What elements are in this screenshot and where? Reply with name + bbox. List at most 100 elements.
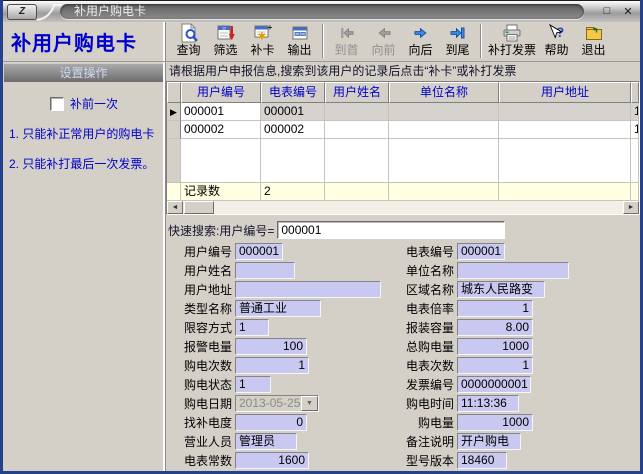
record-count-value: 2 (261, 182, 325, 200)
sidebar-note-2: 2. 只能补打最后一次发票。 (9, 157, 163, 172)
field-label: 单位名称 (398, 262, 454, 279)
field-label: 用户姓名 (174, 262, 232, 279)
output-button[interactable]: 输出 (281, 23, 318, 60)
main-panel: 请根据用户申报信息,搜索到该用户的记录后点击“补卡”或补打发票 用户编号 电表编… (166, 62, 640, 471)
maximize-button[interactable]: □ (600, 4, 614, 18)
purchase-date-combobox[interactable]: 2013-05-25 ▼ (235, 395, 319, 412)
reissue-previous-checkbox-row[interactable]: 补前一次 (3, 95, 165, 112)
field-label: 找补电度 (174, 414, 232, 431)
quick-search-label: 快速搜索:用户编号= (168, 222, 274, 239)
chevron-down-icon[interactable]: ▼ (301, 396, 318, 411)
field-label: 电表次数 (398, 357, 454, 374)
horizontal-scrollbar[interactable]: ◄ ► (167, 200, 639, 214)
query-button[interactable]: 查询 (170, 23, 207, 60)
cell-user-id[interactable]: 000001 (181, 103, 261, 121)
grid-header-user-address[interactable]: 用户地址 (499, 82, 631, 103)
grid-header-unit-name[interactable]: 单位名称 (389, 82, 499, 103)
exit-button[interactable]: 退出 (575, 23, 612, 60)
cell-meter-id[interactable]: 000001 (261, 103, 325, 121)
field-label: 购电次数 (174, 357, 232, 374)
grid-summary-row: 记录数 2 (167, 182, 639, 200)
meter-constant-field[interactable]: 1600 (235, 452, 309, 469)
field-label: 型号版本 (398, 452, 454, 469)
cell-user-name[interactable] (325, 121, 389, 139)
limit-mode-field[interactable]: 1 (235, 319, 269, 336)
scroll-left-icon[interactable]: ◄ (167, 201, 183, 214)
toolbar: 查询 12 筛选 (166, 22, 640, 61)
grid-header-user-name[interactable]: 用户姓名 (325, 82, 389, 103)
toolbar-separator (322, 24, 324, 58)
cell-user-address[interactable] (499, 121, 631, 139)
go-last-icon (448, 23, 468, 43)
filter-button[interactable]: 12 筛选 (207, 23, 244, 60)
quick-search-input[interactable]: 000001 (277, 221, 505, 239)
purchase-state-field[interactable]: 1 (235, 376, 271, 393)
table-row[interactable]: ▶ 000001 000001 1 (167, 103, 639, 121)
user-address-field[interactable] (235, 281, 381, 298)
alarm-energy-field[interactable]: 100 (235, 338, 307, 355)
go-last-button[interactable]: 到尾 (439, 23, 476, 60)
meter-id-field[interactable]: 000001 (457, 243, 505, 260)
adjust-energy-field[interactable]: 0 (235, 414, 307, 431)
field-label: 限容方式 (174, 319, 232, 336)
field-label: 电表编号 (398, 243, 454, 260)
toolbar-row: 补用户购电卡 查询 12 (3, 22, 640, 62)
model-version-field[interactable]: 18460 (457, 452, 507, 469)
meter-times-field[interactable]: 1 (457, 357, 533, 374)
purchase-times-field[interactable]: 1 (235, 357, 309, 374)
cell-unit-name[interactable] (389, 103, 499, 121)
page-title: 补用户购电卡 (3, 22, 166, 61)
reissue-card-button[interactable]: + ✱ 补卡 (244, 23, 281, 60)
table-row[interactable]: 000002 000002 1 (167, 121, 639, 139)
row-indicator-icon: ▶ (167, 103, 181, 121)
reprint-invoice-button[interactable]: 补打发票 (486, 23, 538, 60)
go-next-button[interactable]: 向后 (402, 23, 439, 60)
meter-ratio-field[interactable]: 1 (457, 300, 533, 317)
user-id-field[interactable]: 000001 (235, 243, 283, 260)
unit-name-field[interactable] (457, 262, 569, 279)
field-label: 区域名称 (398, 281, 454, 298)
help-button[interactable]: ? 帮助 (538, 23, 575, 60)
grid-header-user-id[interactable]: 用户编号 (181, 82, 261, 103)
filter-icon: 12 (216, 23, 236, 43)
cell-meter-id[interactable]: 000002 (261, 121, 325, 139)
titlebar-curve-decoration (36, 3, 62, 21)
installed-capacity-field[interactable]: 8.00 (457, 319, 533, 336)
window-title: 补用户购电卡 (60, 4, 584, 19)
scrollbar-thumb[interactable] (184, 201, 214, 214)
reissue-card-icon: + ✱ (253, 23, 273, 43)
total-energy-field[interactable]: 1000 (457, 338, 533, 355)
cell-unit-name[interactable] (389, 121, 499, 139)
scroll-right-icon[interactable]: ► (623, 201, 639, 214)
checkbox-label: 补前一次 (70, 95, 118, 112)
operator-field[interactable]: 管理员 (235, 433, 297, 450)
form-right-column: 电表编号000001 单位名称 区域名称城东人民路变 电表倍率1 报装容量8.0… (398, 242, 640, 471)
field-label: 电表常数 (174, 452, 232, 469)
close-button[interactable]: ✕ (621, 4, 635, 18)
remark-field[interactable]: 开户购电 (457, 433, 521, 450)
grid-header-meter-id[interactable]: 电表编号 (261, 82, 325, 103)
type-name-field[interactable]: 普通工业 (235, 300, 321, 317)
checkbox-icon[interactable] (50, 97, 64, 111)
go-first-button: 到首 (328, 23, 365, 60)
cell-user-address[interactable] (499, 103, 631, 121)
svg-text:+: + (267, 23, 272, 32)
field-label: 总购电量 (398, 338, 454, 355)
purchase-energy-field[interactable]: 1000 (457, 414, 533, 431)
area-name-field[interactable]: 城东人民路变 (457, 281, 545, 298)
output-icon (290, 23, 310, 43)
sidebar-note-1: 1. 只能补正常用户的购电卡 (9, 127, 163, 142)
cell-clipped: 1 (631, 103, 639, 121)
sidebar-header: 设置操作 (4, 64, 163, 82)
purchase-time-field[interactable]: 11:13:36 (457, 395, 519, 412)
field-label: 营业人员 (174, 433, 232, 450)
sidebar: 设置操作 补前一次 1. 只能补正常用户的购电卡 2. 只能补打最后一次发票。 (3, 62, 166, 471)
invoice-number-field[interactable]: 0000000001 (457, 376, 531, 393)
cell-user-id[interactable]: 000002 (181, 121, 261, 139)
go-next-icon (411, 23, 431, 43)
purchase-date-value: 2013-05-25 (236, 396, 301, 411)
field-label: 报装容量 (398, 319, 454, 336)
cell-user-name[interactable] (325, 103, 389, 121)
user-grid: 用户编号 电表编号 用户姓名 单位名称 用户地址 ▶ 000001 000001… (166, 81, 640, 215)
user-name-field[interactable] (235, 262, 295, 279)
